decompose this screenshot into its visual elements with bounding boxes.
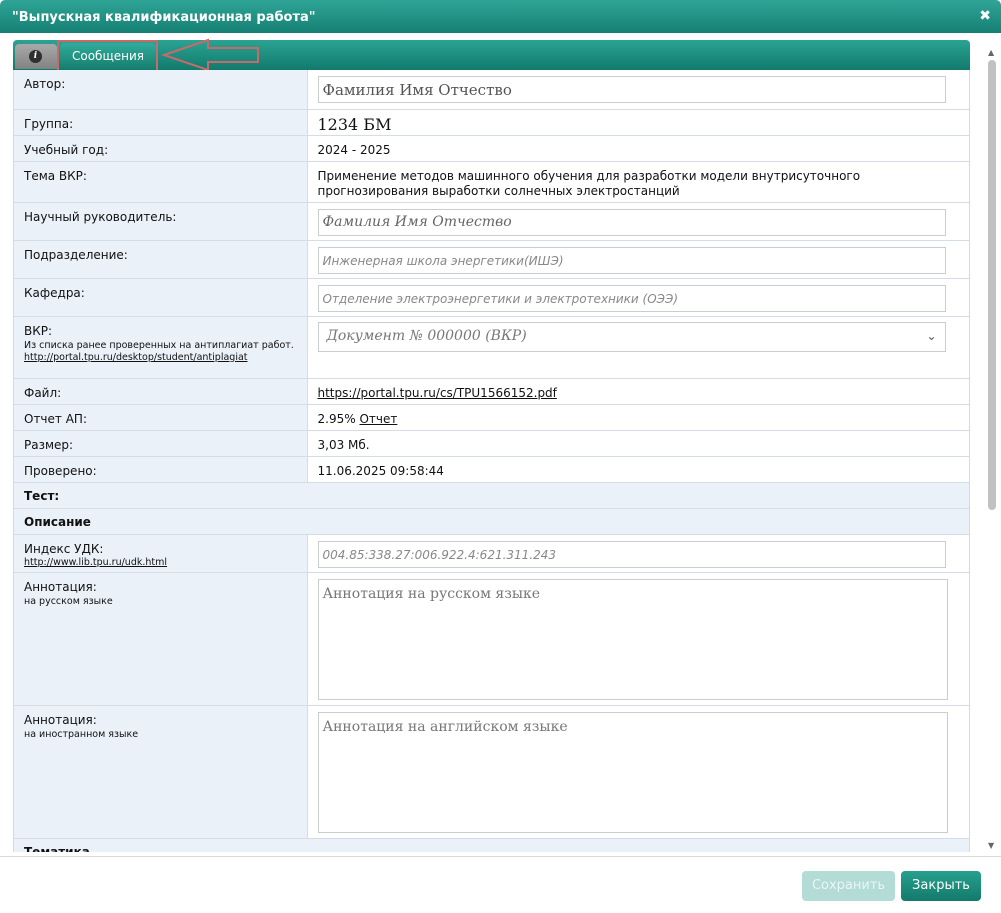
annotation-ru-label: Аннотация:	[24, 579, 97, 594]
vkr-label: ВКР:	[24, 323, 53, 338]
row-annotation-en: Аннотация: на иностранном языке Аннотаци…	[14, 705, 969, 839]
annotation-en-textarea[interactable]: Аннотация на английском языке	[317, 711, 948, 833]
row-checked: Проверено: 11.06.2025 09:58:44	[14, 456, 969, 483]
year-value: 2024 - 2025	[317, 142, 391, 157]
file-link[interactable]: https://portal.tpu.ru/cs/TPU1566152.pdf	[318, 386, 557, 400]
row-supervisor: Научный руководитель: Фамилия Имя Отчест…	[14, 202, 969, 241]
topic-label: Тема ВКР:	[14, 161, 308, 203]
group-value: 1234 БМ	[317, 114, 392, 134]
author-label: Автор:	[14, 70, 308, 110]
row-size: Размер: 3,03 Мб.	[14, 430, 969, 457]
row-group: Группа: 1234 БМ	[14, 109, 969, 136]
save-button[interactable]: Сохранить	[802, 871, 895, 901]
form-content[interactable]: Автор: Фамилия Имя Отчество Группа: 1234…	[13, 70, 970, 852]
row-vkr: ВКР: Из списка ранее проверенных на анти…	[14, 316, 969, 379]
row-report: Отчет АП: 2.95% Отчет	[14, 404, 969, 431]
vkr-hint: Из списка ранее проверенных на антиплаги…	[24, 339, 294, 351]
udk-label: Индекс УДК:	[24, 541, 104, 556]
author-input[interactable]: Фамилия Имя Отчество	[317, 76, 946, 103]
annotation-en-label: Аннотация:	[24, 712, 97, 727]
row-udk: Индекс УДК: http://www.lib.tpu.ru/udk.ht…	[14, 534, 969, 573]
row-topic: Тема ВКР: Применение методов машинного о…	[14, 161, 969, 203]
division-label: Подразделение:	[14, 240, 308, 279]
tab-messages[interactable]: Сообщения	[60, 43, 156, 69]
form-table: Автор: Фамилия Имя Отчество Группа: 1234…	[14, 70, 969, 852]
close-icon[interactable]: ✖	[979, 8, 991, 24]
tab-info[interactable]: i	[15, 44, 57, 69]
window-titlebar: "Выпускная квалификационная работа" ✖	[0, 0, 1001, 33]
vkr-select-value: Документ № 000000 (ВКР)	[326, 327, 527, 344]
info-icon: i	[29, 50, 42, 63]
topic-value: Применение методов машинного обучения дл…	[317, 168, 861, 198]
close-button[interactable]: Закрыть	[901, 871, 981, 901]
report-link[interactable]: Отчет	[359, 412, 397, 426]
dialog-footer: Сохранить Закрыть	[0, 856, 1001, 913]
annotation-en-sub: на иностранном языке	[24, 728, 139, 740]
window-title: "Выпускная квалификационная работа"	[12, 10, 316, 25]
scrollbar-thumb[interactable]	[988, 60, 996, 510]
file-label: Файл:	[14, 378, 308, 405]
scrollbar[interactable]: ▲ ▼	[986, 48, 998, 850]
checked-value: 11.06.2025 09:58:44	[317, 463, 444, 478]
row-year: Учебный год: 2024 - 2025	[14, 135, 969, 162]
department-input[interactable]: Отделение электроэнергетики и электротех…	[317, 284, 946, 312]
division-input[interactable]: Инженерная школа энергетики(ИШЭ)	[317, 246, 946, 274]
row-department: Кафедра: Отделение электроэнергетики и э…	[14, 278, 969, 317]
row-division: Подразделение: Инженерная школа энергети…	[14, 240, 969, 279]
row-file: Файл: https://portal.tpu.ru/cs/TPU156615…	[14, 378, 969, 405]
year-label: Учебный год:	[14, 135, 308, 162]
annotation-ru-sub: на русском языке	[24, 595, 113, 607]
topics-header: Тематика	[14, 838, 969, 852]
row-test: Тест:	[14, 482, 969, 509]
scroll-up-icon[interactable]: ▲	[988, 48, 994, 57]
vkr-select[interactable]: Документ № 000000 (ВКР) ⌄	[317, 321, 946, 352]
supervisor-input[interactable]: Фамилия Имя Отчество	[317, 208, 946, 236]
description-header: Описание	[14, 508, 969, 535]
udk-input[interactable]: 004.85:338.27:006.922.4:621.311.243	[317, 540, 946, 568]
annotation-ru-textarea[interactable]: Аннотация на русском языке	[317, 578, 948, 700]
tab-bar: i Сообщения	[13, 40, 970, 70]
row-topics: Тематика	[14, 838, 969, 852]
test-header: Тест:	[14, 482, 969, 509]
group-label: Группа:	[14, 109, 308, 136]
size-value: 3,03 Мб.	[317, 437, 370, 452]
chevron-down-icon: ⌄	[926, 328, 937, 343]
vkr-antiplagiat-link[interactable]: http://portal.tpu.ru/desktop/student/ant…	[24, 352, 297, 364]
udk-link[interactable]: http://www.lib.tpu.ru/udk.html	[24, 557, 297, 569]
checked-label: Проверено:	[14, 456, 308, 483]
supervisor-label: Научный руководитель:	[14, 202, 308, 241]
row-author: Автор: Фамилия Имя Отчество	[14, 70, 969, 110]
size-label: Размер:	[14, 430, 308, 457]
scroll-down-icon[interactable]: ▼	[988, 841, 994, 850]
report-percent: 2.95%	[317, 411, 356, 426]
department-label: Кафедра:	[14, 278, 308, 317]
row-description: Описание	[14, 508, 969, 535]
report-label: Отчет АП:	[14, 404, 308, 431]
row-annotation-ru: Аннотация: на русском языке Аннотация на…	[14, 572, 969, 706]
